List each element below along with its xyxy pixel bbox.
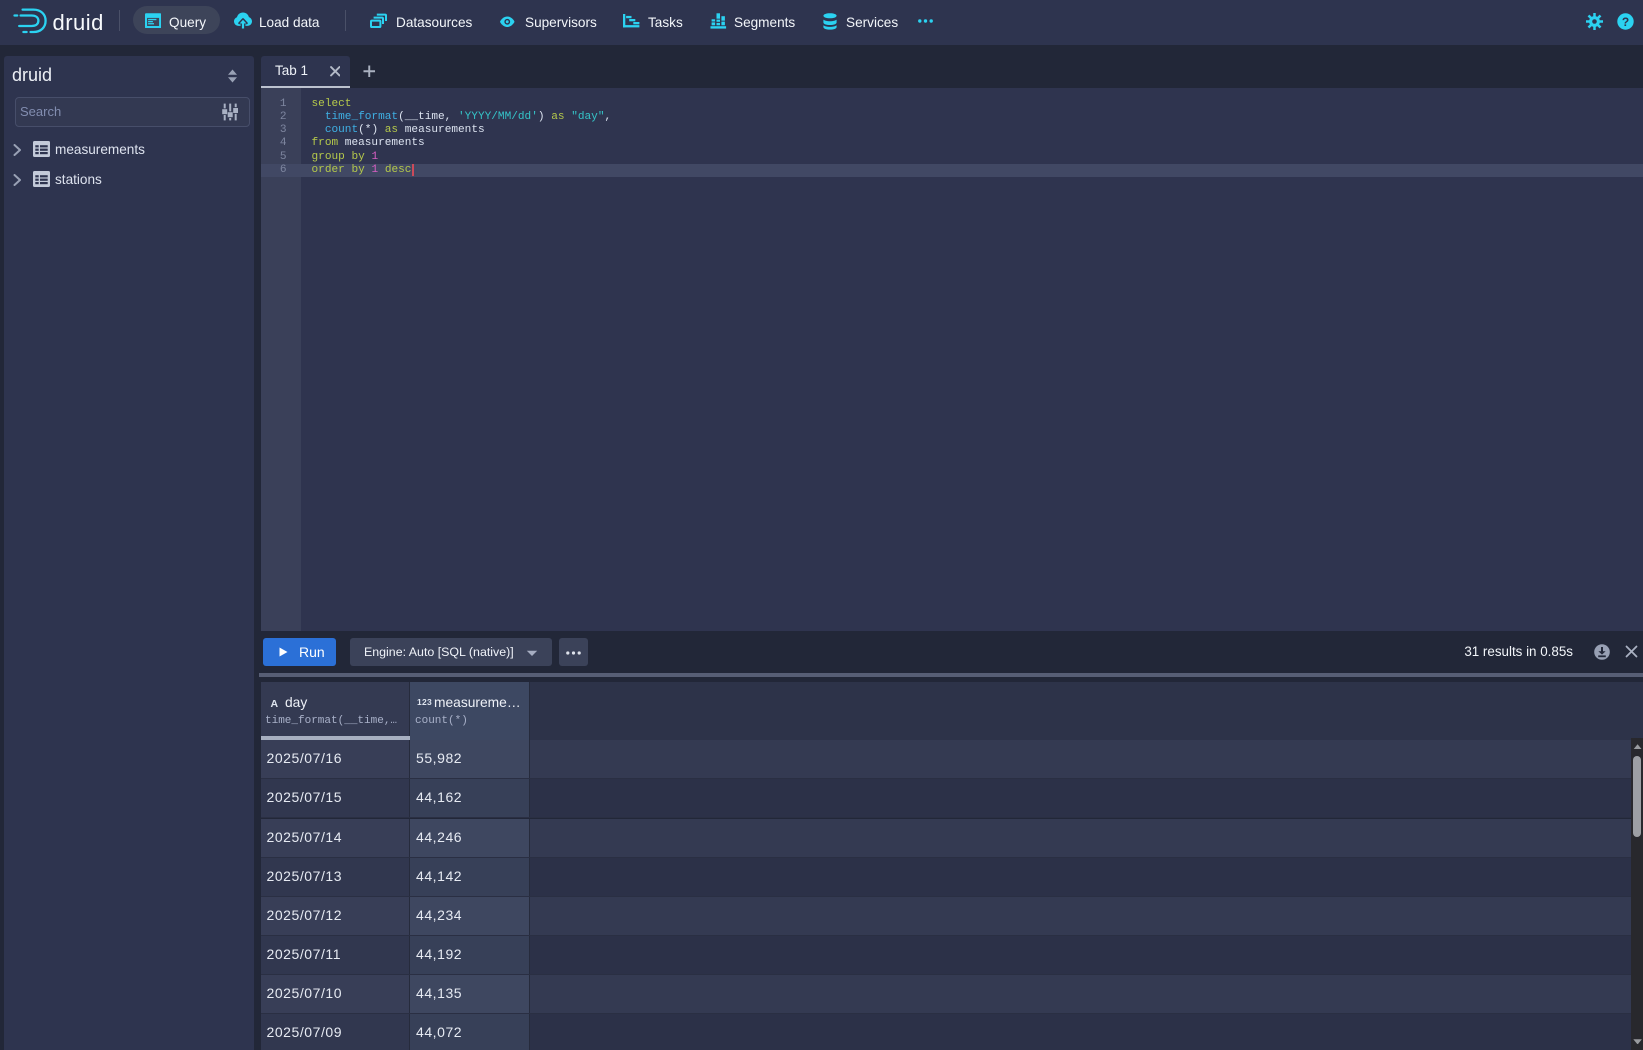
svg-text:?: ? [1622, 15, 1629, 29]
